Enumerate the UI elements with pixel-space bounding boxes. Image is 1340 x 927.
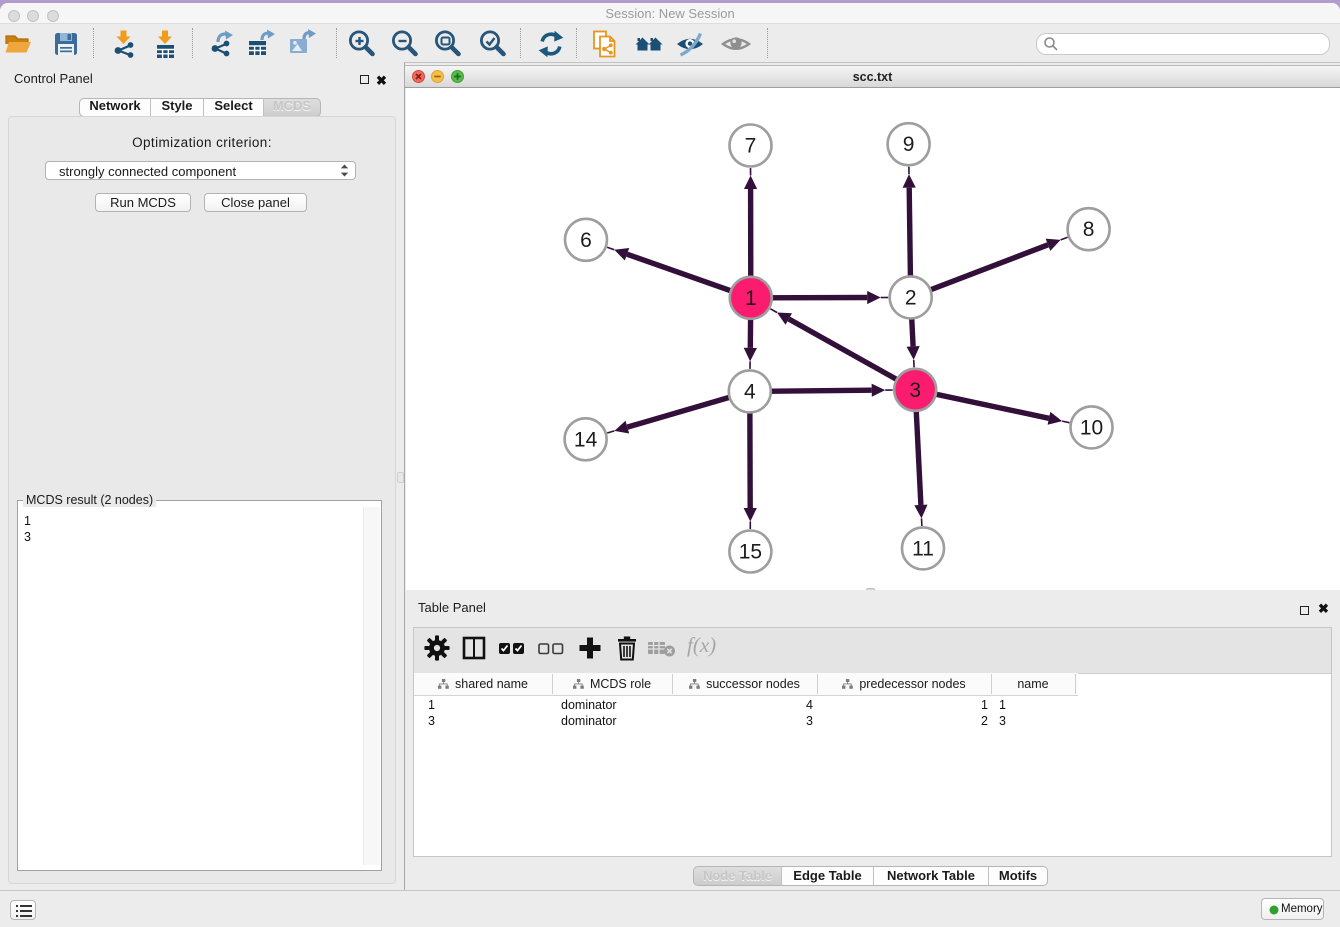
svg-text:10: 10	[1080, 416, 1103, 439]
svg-text:3: 3	[909, 379, 921, 402]
svg-text:15: 15	[739, 541, 762, 564]
svg-text:6: 6	[580, 229, 592, 252]
svg-text:11: 11	[912, 537, 934, 560]
svg-text:8: 8	[1083, 218, 1095, 241]
svg-text:4: 4	[744, 380, 756, 403]
svg-text:14: 14	[574, 428, 598, 451]
svg-text:9: 9	[903, 133, 915, 156]
svg-text:1: 1	[745, 287, 757, 310]
svg-text:2: 2	[905, 286, 917, 309]
svg-text:7: 7	[745, 135, 757, 158]
